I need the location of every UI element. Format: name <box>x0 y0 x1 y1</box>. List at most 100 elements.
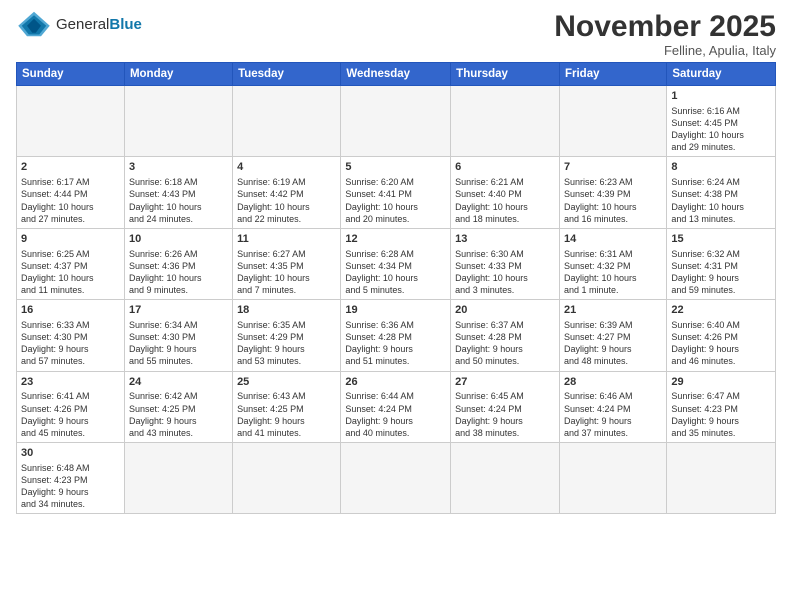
calendar-cell <box>559 86 666 157</box>
calendar-cell: 2Sunrise: 6:17 AM Sunset: 4:44 PM Daylig… <box>17 157 125 228</box>
calendar-cell <box>17 86 125 157</box>
day-info: Sunrise: 6:33 AM Sunset: 4:30 PM Dayligh… <box>21 319 120 368</box>
day-number: 18 <box>237 303 336 318</box>
weekday-header-monday: Monday <box>124 63 232 86</box>
calendar-cell: 21Sunrise: 6:39 AM Sunset: 4:27 PM Dayli… <box>559 300 666 371</box>
day-info: Sunrise: 6:20 AM Sunset: 4:41 PM Dayligh… <box>345 176 446 225</box>
day-info: Sunrise: 6:23 AM Sunset: 4:39 PM Dayligh… <box>564 176 662 225</box>
calendar-cell: 20Sunrise: 6:37 AM Sunset: 4:28 PM Dayli… <box>451 300 560 371</box>
calendar-cell <box>124 443 232 514</box>
calendar-cell: 24Sunrise: 6:42 AM Sunset: 4:25 PM Dayli… <box>124 371 232 442</box>
day-number: 12 <box>345 232 446 247</box>
weekday-header-wednesday: Wednesday <box>341 63 451 86</box>
calendar-cell: 9Sunrise: 6:25 AM Sunset: 4:37 PM Daylig… <box>17 228 125 299</box>
calendar-cell: 18Sunrise: 6:35 AM Sunset: 4:29 PM Dayli… <box>233 300 341 371</box>
calendar-cell: 26Sunrise: 6:44 AM Sunset: 4:24 PM Dayli… <box>341 371 451 442</box>
day-number: 7 <box>564 160 662 175</box>
day-number: 23 <box>21 375 120 390</box>
day-number: 17 <box>129 303 228 318</box>
day-number: 16 <box>21 303 120 318</box>
day-info: Sunrise: 6:47 AM Sunset: 4:23 PM Dayligh… <box>671 390 771 439</box>
calendar-cell: 29Sunrise: 6:47 AM Sunset: 4:23 PM Dayli… <box>667 371 776 442</box>
day-number: 14 <box>564 232 662 247</box>
month-title: November 2025 <box>554 10 776 43</box>
weekday-header-row: SundayMondayTuesdayWednesdayThursdayFrid… <box>17 63 776 86</box>
calendar-cell: 25Sunrise: 6:43 AM Sunset: 4:25 PM Dayli… <box>233 371 341 442</box>
calendar-cell: 16Sunrise: 6:33 AM Sunset: 4:30 PM Dayli… <box>17 300 125 371</box>
calendar-cell: 5Sunrise: 6:20 AM Sunset: 4:41 PM Daylig… <box>341 157 451 228</box>
day-number: 1 <box>671 89 771 104</box>
day-number: 9 <box>21 232 120 247</box>
calendar-cell <box>233 86 341 157</box>
page: GeneralBlue November 2025 Felline, Apuli… <box>0 0 792 612</box>
day-info: Sunrise: 6:48 AM Sunset: 4:23 PM Dayligh… <box>21 462 120 511</box>
day-info: Sunrise: 6:45 AM Sunset: 4:24 PM Dayligh… <box>455 390 555 439</box>
day-number: 25 <box>237 375 336 390</box>
day-number: 2 <box>21 160 120 175</box>
calendar-cell: 12Sunrise: 6:28 AM Sunset: 4:34 PM Dayli… <box>341 228 451 299</box>
day-info: Sunrise: 6:41 AM Sunset: 4:26 PM Dayligh… <box>21 390 120 439</box>
day-number: 27 <box>455 375 555 390</box>
day-info: Sunrise: 6:40 AM Sunset: 4:26 PM Dayligh… <box>671 319 771 368</box>
calendar-cell: 3Sunrise: 6:18 AM Sunset: 4:43 PM Daylig… <box>124 157 232 228</box>
calendar-cell <box>124 86 232 157</box>
calendar-cell: 17Sunrise: 6:34 AM Sunset: 4:30 PM Dayli… <box>124 300 232 371</box>
location-subtitle: Felline, Apulia, Italy <box>554 43 776 58</box>
day-info: Sunrise: 6:36 AM Sunset: 4:28 PM Dayligh… <box>345 319 446 368</box>
weekday-header-sunday: Sunday <box>17 63 125 86</box>
day-info: Sunrise: 6:43 AM Sunset: 4:25 PM Dayligh… <box>237 390 336 439</box>
day-info: Sunrise: 6:16 AM Sunset: 4:45 PM Dayligh… <box>671 105 771 154</box>
calendar-week-4: 16Sunrise: 6:33 AM Sunset: 4:30 PM Dayli… <box>17 300 776 371</box>
day-info: Sunrise: 6:35 AM Sunset: 4:29 PM Dayligh… <box>237 319 336 368</box>
day-info: Sunrise: 6:27 AM Sunset: 4:35 PM Dayligh… <box>237 248 336 297</box>
calendar-cell: 23Sunrise: 6:41 AM Sunset: 4:26 PM Dayli… <box>17 371 125 442</box>
day-info: Sunrise: 6:18 AM Sunset: 4:43 PM Dayligh… <box>129 176 228 225</box>
calendar-week-5: 23Sunrise: 6:41 AM Sunset: 4:26 PM Dayli… <box>17 371 776 442</box>
calendar-cell <box>341 86 451 157</box>
day-number: 4 <box>237 160 336 175</box>
calendar-cell: 7Sunrise: 6:23 AM Sunset: 4:39 PM Daylig… <box>559 157 666 228</box>
calendar-cell <box>667 443 776 514</box>
calendar-cell: 8Sunrise: 6:24 AM Sunset: 4:38 PM Daylig… <box>667 157 776 228</box>
weekday-header-saturday: Saturday <box>667 63 776 86</box>
day-info: Sunrise: 6:32 AM Sunset: 4:31 PM Dayligh… <box>671 248 771 297</box>
calendar-cell <box>559 443 666 514</box>
day-number: 26 <box>345 375 446 390</box>
day-info: Sunrise: 6:44 AM Sunset: 4:24 PM Dayligh… <box>345 390 446 439</box>
calendar-cell: 4Sunrise: 6:19 AM Sunset: 4:42 PM Daylig… <box>233 157 341 228</box>
day-info: Sunrise: 6:21 AM Sunset: 4:40 PM Dayligh… <box>455 176 555 225</box>
calendar-cell: 22Sunrise: 6:40 AM Sunset: 4:26 PM Dayli… <box>667 300 776 371</box>
calendar-cell: 27Sunrise: 6:45 AM Sunset: 4:24 PM Dayli… <box>451 371 560 442</box>
calendar-cell <box>451 86 560 157</box>
day-number: 24 <box>129 375 228 390</box>
day-number: 30 <box>21 446 120 461</box>
calendar-cell: 30Sunrise: 6:48 AM Sunset: 4:23 PM Dayli… <box>17 443 125 514</box>
calendar-cell: 11Sunrise: 6:27 AM Sunset: 4:35 PM Dayli… <box>233 228 341 299</box>
calendar-cell: 28Sunrise: 6:46 AM Sunset: 4:24 PM Dayli… <box>559 371 666 442</box>
calendar-cell <box>341 443 451 514</box>
day-info: Sunrise: 6:42 AM Sunset: 4:25 PM Dayligh… <box>129 390 228 439</box>
day-info: Sunrise: 6:24 AM Sunset: 4:38 PM Dayligh… <box>671 176 771 225</box>
calendar-week-3: 9Sunrise: 6:25 AM Sunset: 4:37 PM Daylig… <box>17 228 776 299</box>
day-number: 10 <box>129 232 228 247</box>
calendar-cell: 15Sunrise: 6:32 AM Sunset: 4:31 PM Dayli… <box>667 228 776 299</box>
day-info: Sunrise: 6:17 AM Sunset: 4:44 PM Dayligh… <box>21 176 120 225</box>
calendar-cell: 19Sunrise: 6:36 AM Sunset: 4:28 PM Dayli… <box>341 300 451 371</box>
day-number: 19 <box>345 303 446 318</box>
day-info: Sunrise: 6:28 AM Sunset: 4:34 PM Dayligh… <box>345 248 446 297</box>
day-number: 5 <box>345 160 446 175</box>
logo-text: GeneralBlue <box>56 16 142 33</box>
calendar-cell: 6Sunrise: 6:21 AM Sunset: 4:40 PM Daylig… <box>451 157 560 228</box>
weekday-header-tuesday: Tuesday <box>233 63 341 86</box>
title-block: November 2025 Felline, Apulia, Italy <box>554 10 776 58</box>
logo-icon <box>16 10 52 38</box>
day-number: 22 <box>671 303 771 318</box>
calendar-week-1: 1Sunrise: 6:16 AM Sunset: 4:45 PM Daylig… <box>17 86 776 157</box>
weekday-header-thursday: Thursday <box>451 63 560 86</box>
day-info: Sunrise: 6:31 AM Sunset: 4:32 PM Dayligh… <box>564 248 662 297</box>
day-info: Sunrise: 6:19 AM Sunset: 4:42 PM Dayligh… <box>237 176 336 225</box>
day-number: 21 <box>564 303 662 318</box>
day-info: Sunrise: 6:34 AM Sunset: 4:30 PM Dayligh… <box>129 319 228 368</box>
day-number: 8 <box>671 160 771 175</box>
calendar-week-2: 2Sunrise: 6:17 AM Sunset: 4:44 PM Daylig… <box>17 157 776 228</box>
